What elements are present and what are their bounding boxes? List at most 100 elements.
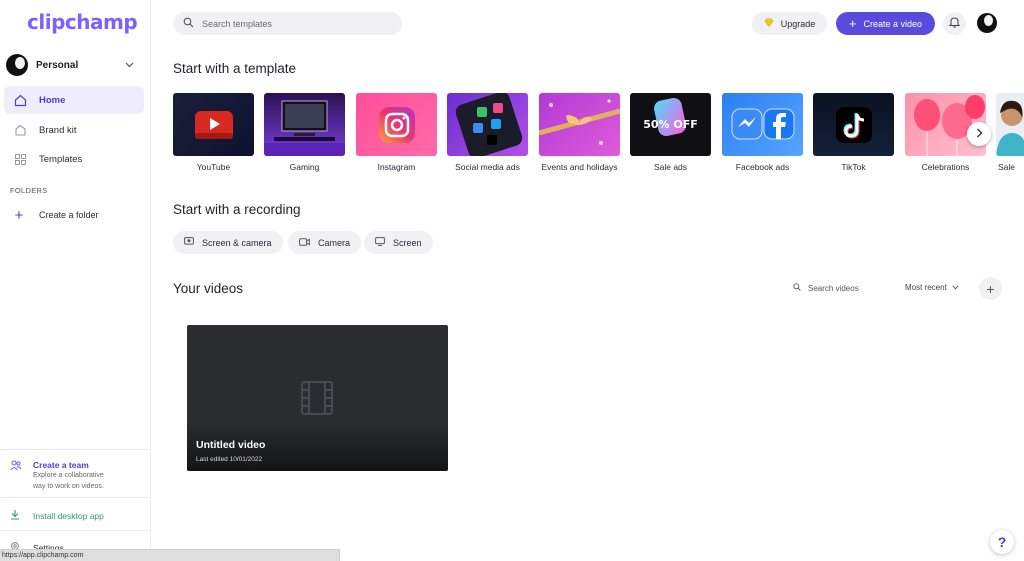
install-desktop-app-link[interactable]: Install desktop app (10, 509, 104, 523)
workspace-switcher[interactable]: Personal (6, 52, 144, 78)
template-thumbnail (722, 93, 803, 156)
video-search[interactable]: Search videos (793, 283, 859, 293)
record-option-label: Screen & camera (202, 237, 272, 248)
template-label: Events and holidays (541, 162, 618, 172)
facebook-messenger-icon (731, 108, 794, 139)
template-thumbnail (813, 93, 894, 156)
clipchamp-logo[interactable]: clipchamp (27, 10, 138, 34)
template-label: TikTok (841, 162, 866, 172)
create-team-desc-1: Explore a collaborative (33, 472, 104, 479)
workspace-avatar (6, 54, 28, 76)
template-label: Sale (998, 162, 1016, 172)
sale-graphic (652, 96, 688, 138)
sidebar-divider (0, 497, 150, 498)
template-card-sale[interactable]: Sale (996, 93, 1024, 172)
video-search-placeholder: Search videos (808, 283, 859, 293)
template-card-social-media-ads[interactable]: Social media ads (447, 93, 528, 172)
template-search[interactable] (173, 12, 402, 35)
template-card-tiktok[interactable]: TikTok (813, 93, 894, 172)
templates-heading: Start with a template (173, 61, 297, 76)
video-title: Untitled video (196, 439, 266, 451)
create-team-title: Create a team (33, 460, 89, 470)
sidebar-item-brand-kit[interactable]: Brand kit (4, 116, 144, 144)
folders-heading: FOLDERS (10, 186, 48, 195)
tiktok-icon (835, 106, 872, 143)
install-desktop-app-label: Install desktop app (33, 511, 104, 521)
download-icon (10, 509, 24, 523)
template-label: Gaming (289, 162, 320, 172)
templates-icon (13, 152, 27, 166)
template-card-facebook-ads[interactable]: Facebook ads (722, 93, 803, 172)
sale-thumbnail-text: 50% OFF (643, 118, 698, 131)
sidebar-item-label: Home (39, 94, 66, 106)
record-camera-button[interactable]: Camera (288, 231, 362, 254)
workspace-label: Personal (36, 59, 79, 71)
template-thumbnail (173, 93, 254, 156)
sidebar-item-label: Templates (39, 153, 83, 165)
diamond-icon (764, 18, 774, 29)
sidebar: clipchamp Personal Home Brand kit Templa… (0, 0, 151, 561)
notifications-button[interactable] (943, 12, 966, 35)
screen-camera-icon (184, 237, 194, 248)
search-icon (183, 15, 202, 33)
template-thumbnail (356, 93, 437, 156)
template-label: Sale ads (653, 162, 688, 172)
plus-icon: + (848, 15, 857, 31)
user-avatar[interactable] (977, 13, 997, 33)
gift-ribbon-icon (539, 99, 620, 145)
chevron-down-icon (125, 60, 134, 70)
sort-label: Most recent (905, 283, 947, 292)
record-screen-button[interactable]: Screen (364, 231, 433, 254)
person-photo-icon (996, 100, 1024, 156)
brand-kit-icon (13, 123, 27, 137)
youtube-icon (194, 110, 233, 139)
template-label: YouTube (196, 162, 231, 172)
video-last-edited: Last edited 10/01/2022 (196, 456, 263, 463)
upgrade-label: Upgrade (780, 18, 816, 29)
search-input[interactable] (202, 18, 392, 29)
sidebar-divider (0, 530, 150, 531)
sidebar-divider (0, 449, 150, 450)
add-video-button[interactable]: + (979, 277, 1002, 300)
create-team-link[interactable]: Create a team Explore a collaborative wa… (10, 460, 104, 491)
plus-icon: + (14, 206, 24, 224)
chevron-down-icon (952, 283, 959, 292)
your-videos-heading: Your videos (173, 281, 244, 296)
record-screen-camera-button[interactable]: Screen & camera (173, 231, 283, 254)
template-label: Instagram (377, 162, 416, 172)
create-folder-button[interactable]: + Create a folder (10, 206, 99, 224)
template-card-sale-ads[interactable]: 50% OFF Sale ads (630, 93, 711, 172)
sidebar-item-label: Brand kit (39, 124, 77, 136)
sidebar-item-home[interactable]: Home (4, 86, 144, 114)
gaming-setup-icon (264, 100, 345, 156)
template-thumbnail (539, 93, 620, 156)
sidebar-item-templates[interactable]: Templates (4, 145, 144, 173)
template-thumbnail: 50% OFF (630, 93, 711, 156)
help-icon: ? (997, 534, 1007, 550)
screen-icon (375, 237, 385, 248)
upgrade-button[interactable]: Upgrade (752, 12, 827, 35)
template-label: Facebook ads (735, 162, 790, 172)
template-thumbnail (447, 93, 528, 156)
template-thumbnail (264, 93, 345, 156)
help-button[interactable]: ? (990, 530, 1014, 554)
camera-icon (299, 237, 310, 248)
video-card[interactable]: Untitled video Last edited 10/01/2022 (187, 325, 448, 471)
template-card-events-and-holidays[interactable]: Events and holidays (539, 93, 620, 172)
template-card-instagram[interactable]: Instagram (356, 93, 437, 172)
search-icon (793, 283, 801, 293)
create-folder-label: Create a folder (39, 210, 99, 220)
record-option-label: Screen (393, 237, 422, 248)
chevron-right-icon (976, 127, 983, 141)
create-video-button[interactable]: + Create a video (836, 12, 935, 35)
template-card-gaming[interactable]: Gaming (264, 93, 345, 172)
team-icon (10, 460, 24, 491)
template-card-youtube[interactable]: YouTube (173, 93, 254, 172)
sort-dropdown[interactable]: Most recent (905, 283, 959, 292)
carousel-next-button[interactable] (967, 122, 991, 146)
record-option-label: Camera (318, 237, 351, 248)
home-icon (13, 93, 27, 107)
plus-icon: + (986, 280, 995, 297)
instagram-icon (378, 106, 415, 143)
create-video-label: Create a video (863, 18, 923, 29)
